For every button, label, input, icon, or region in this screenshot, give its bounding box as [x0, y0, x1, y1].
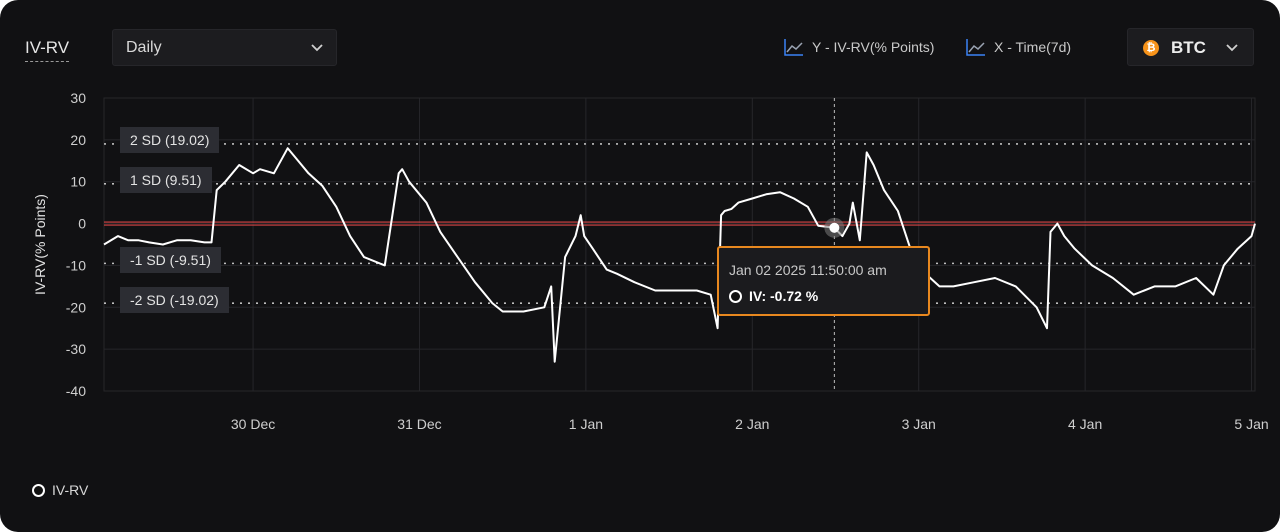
sd-label-minus-1: -1 SD (-9.51) [120, 247, 221, 273]
y-tick-label: 10 [70, 174, 86, 190]
series-legend-label: IV-RV [52, 482, 89, 498]
series-legend[interactable]: IV-RV [32, 482, 88, 498]
series-marker-icon [32, 483, 45, 497]
x-tick-label: 3 Jan [902, 416, 936, 432]
sd-label-minus-2: -2 SD (-19.02) [120, 287, 229, 313]
x-tick-label: 31 Dec [397, 416, 441, 432]
x-tick-label: 4 Jan [1068, 416, 1102, 432]
sd-label-plus-2: 2 SD (19.02) [120, 127, 220, 153]
y-tick-label: 0 [78, 216, 86, 232]
y-tick-label: -30 [66, 341, 86, 357]
tooltip-value: IV: -0.72 % [749, 288, 819, 304]
y-tick-label: -20 [66, 299, 86, 315]
sd-label-plus-1: 1 SD (9.51) [120, 167, 212, 193]
plot-area [103, 97, 1256, 392]
chart-card: IV-RV Daily Y - IV-RV(% Points) X - Time… [0, 0, 1280, 532]
y-axis-title: IV-RV(% Points) [32, 194, 48, 295]
hover-tooltip: Jan 02 2025 11:50:00 am IV: -0.72 % [717, 246, 930, 316]
y-tick-label: -40 [66, 383, 86, 399]
tooltip-value-row: IV: -0.72 % [729, 288, 818, 304]
iv-rv-series-line [103, 147, 1256, 363]
y-tick-label: -10 [66, 257, 86, 273]
x-tick-label: 2 Jan [735, 416, 769, 432]
y-tick-label: 20 [70, 132, 86, 148]
y-tick-label: 30 [70, 90, 86, 106]
series-marker-icon [729, 289, 742, 303]
x-tick-label: 1 Jan [569, 416, 603, 432]
tooltip-date: Jan 02 2025 11:50:00 am [729, 262, 887, 278]
x-tick-label: 30 Dec [231, 416, 275, 432]
highlight-point [829, 222, 840, 233]
x-tick-label: 5 Jan [1234, 416, 1268, 432]
